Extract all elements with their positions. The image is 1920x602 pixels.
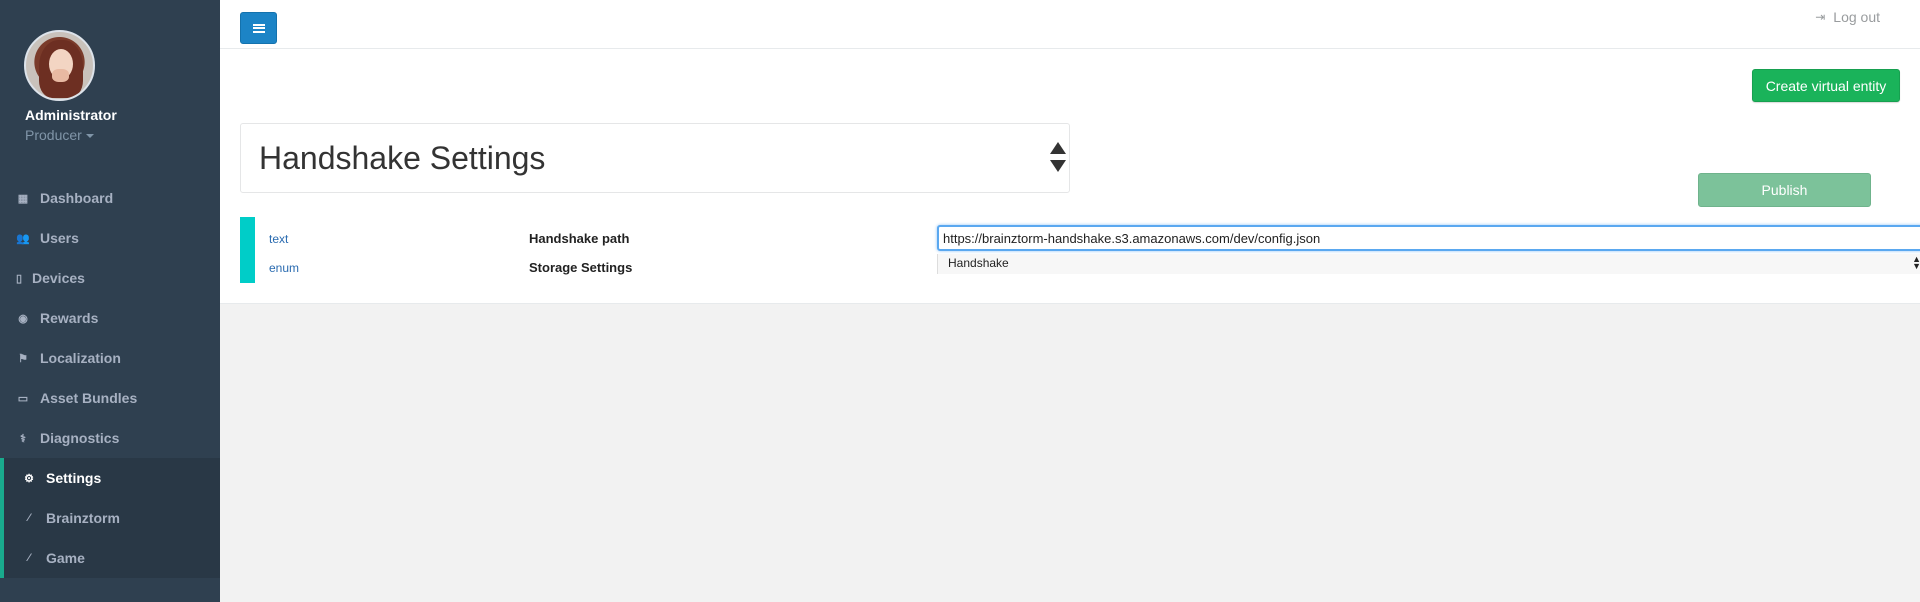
sidebar-item-game[interactable]: ⁄ Game	[0, 538, 220, 578]
sidebar-item-label: Game	[46, 550, 85, 566]
magic-wand-icon: ⁄	[28, 512, 30, 524]
sidebar-item-dashboard[interactable]: ▦ Dashboard	[0, 178, 220, 218]
create-virtual-entity-button[interactable]: Create virtual entity	[1752, 69, 1900, 102]
handshake-path-input[interactable]	[937, 225, 1920, 251]
hamburger-icon	[252, 23, 265, 33]
settings-table: text Handshake path enum Storage Setting…	[240, 217, 1920, 283]
gamepad-icon: ◉	[18, 312, 28, 325]
settings-row: text Handshake path	[240, 225, 1920, 254]
sidebar-item-devices[interactable]: ▯ Devices	[0, 258, 220, 298]
sidebar-item-label: Localization	[40, 350, 121, 366]
sidebar-item-rewards[interactable]: ◉ Rewards	[0, 298, 220, 338]
settings-row: enum Storage Settings Handshake ▲ ▼	[240, 254, 1920, 283]
setting-label: Handshake path	[529, 231, 630, 246]
sidebar-item-label: Brainztorm	[46, 510, 120, 526]
folder-open-icon: ▭	[17, 392, 29, 405]
user-role-dropdown[interactable]: Producer	[25, 127, 94, 143]
main-content: Create virtual entity Handshake Settings…	[220, 49, 1920, 304]
sidebar-item-label: Diagnostics	[40, 430, 120, 446]
sidebar: Administrator Producer ▦ Dashboard 👥 Use…	[0, 0, 220, 602]
setting-type: enum	[269, 261, 300, 275]
logout-label: Log out	[1833, 9, 1880, 25]
select-value: Handshake	[948, 256, 1009, 270]
publish-button[interactable]: Publish	[1698, 173, 1871, 207]
sidebar-item-label: Users	[40, 230, 79, 246]
sidebar-item-settings[interactable]: ⚙ Settings	[0, 458, 220, 498]
mobile-icon: ▯	[15, 272, 23, 285]
caret-down-icon	[85, 134, 94, 138]
top-navbar: ⇥ Log out	[220, 0, 1920, 49]
setting-type: text	[269, 232, 289, 246]
sidebar-item-label: Devices	[32, 270, 85, 286]
section-title: Handshake Settings	[259, 139, 546, 176]
setting-label: Storage Settings	[529, 260, 633, 275]
sidebar-item-label: Asset Bundles	[40, 390, 138, 406]
user-role-label: Producer	[25, 127, 82, 143]
sign-out-icon: ⇥	[1815, 10, 1826, 24]
avatar[interactable]	[24, 30, 95, 101]
user-name: Administrator	[25, 107, 117, 123]
sidebar-item-localization[interactable]: ⚑ Localization	[0, 338, 220, 378]
sidebar-item-diagnostics[interactable]: ⚕ Diagnostics	[0, 418, 220, 458]
users-icon: 👥	[16, 232, 30, 245]
sidebar-nav: ▦ Dashboard 👥 Users ▯ Devices ◉ Rewards …	[0, 178, 220, 578]
logout-link[interactable]: ⇥ Log out	[1815, 9, 1880, 25]
sidebar-item-users[interactable]: 👥 Users	[0, 218, 220, 258]
flag-icon: ⚑	[18, 352, 28, 365]
magic-wand-icon: ⁄	[28, 552, 30, 564]
dashboard-icon: ▦	[17, 192, 29, 205]
sidebar-item-brainztorm[interactable]: ⁄ Brainztorm	[0, 498, 220, 538]
sidebar-item-label: Settings	[46, 470, 102, 486]
sidebar-item-asset-bundles[interactable]: ▭ Asset Bundles	[0, 378, 220, 418]
select-arrows-icon: ▲ ▼	[1912, 254, 1920, 271]
stethoscope-icon: ⚕	[20, 432, 26, 445]
settings-section-select[interactable]: Handshake Settings	[240, 123, 1070, 193]
menu-toggle-button[interactable]	[240, 12, 277, 44]
sidebar-item-label: Dashboard	[40, 190, 114, 206]
sidebar-item-label: Rewards	[40, 310, 99, 326]
sort-updown-icon	[1050, 142, 1066, 174]
gears-icon: ⚙	[24, 472, 34, 485]
storage-settings-select[interactable]: Handshake ▲ ▼	[937, 254, 1920, 274]
